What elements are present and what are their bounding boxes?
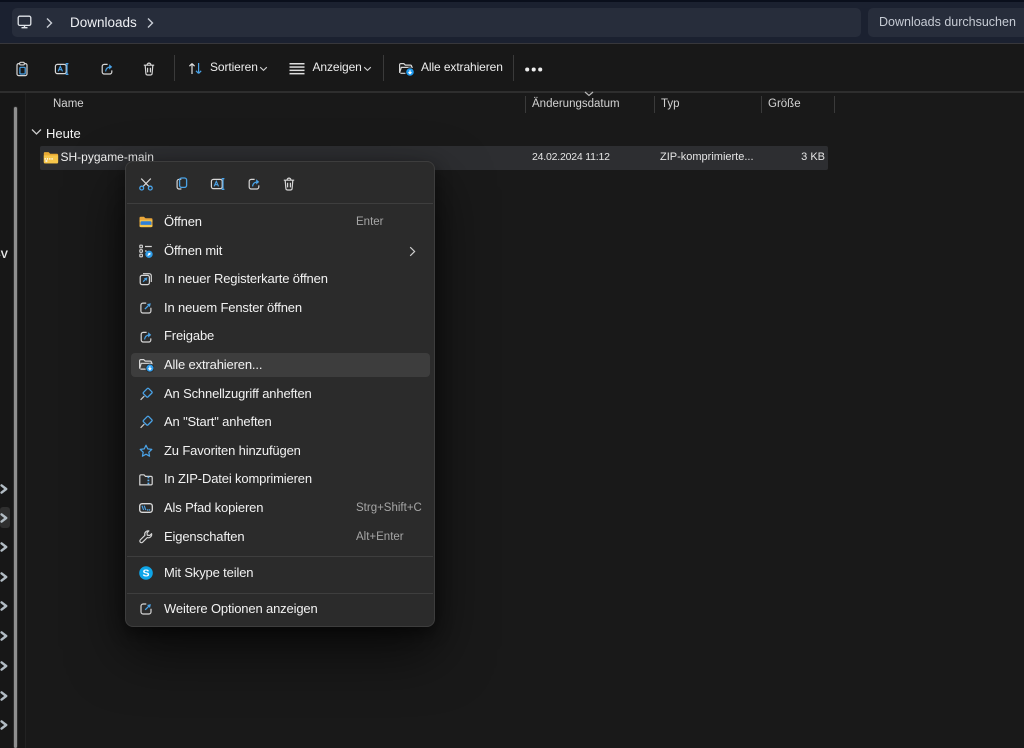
svg-text:S: S bbox=[142, 567, 149, 579]
